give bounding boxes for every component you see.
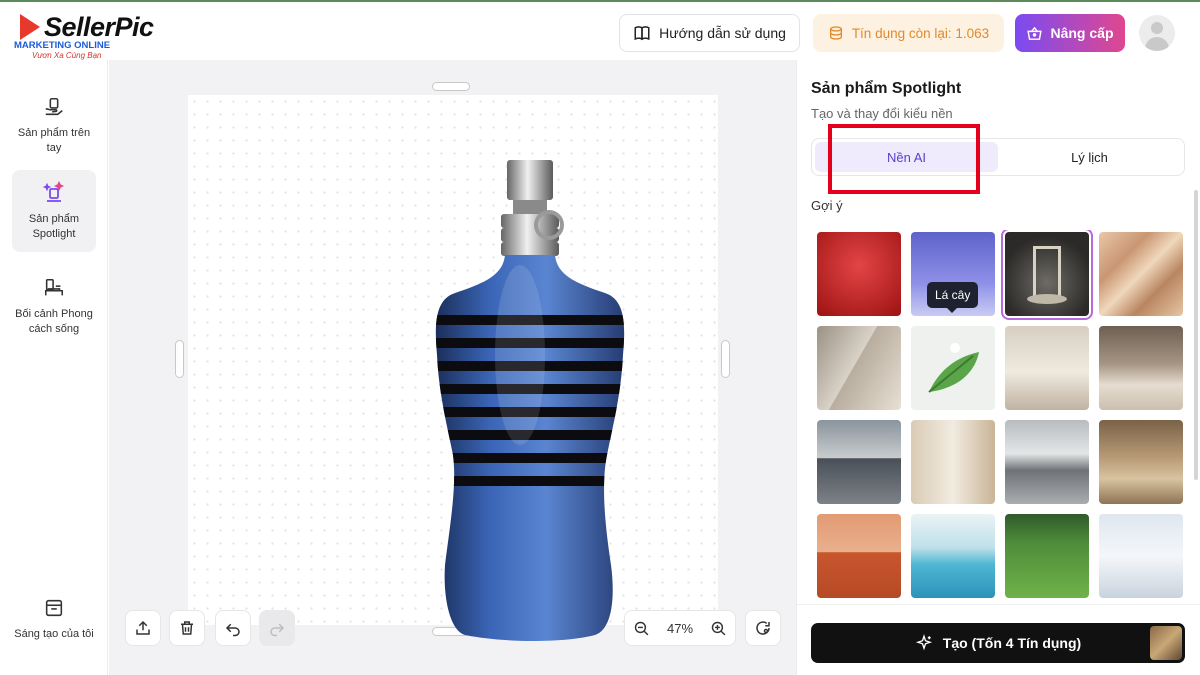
redo-button[interactable] xyxy=(259,610,295,646)
thumbnail-red-backdrop[interactable] xyxy=(817,232,901,316)
canvas-area: 47% xyxy=(109,60,796,675)
thumbnail-spotlight-pedestal[interactable] xyxy=(1001,230,1093,320)
generate-label: Tạo (Tốn 4 Tín dụng) xyxy=(942,635,1082,651)
tab-background[interactable]: Lý lịch xyxy=(998,142,1181,172)
my-creations-icon xyxy=(41,595,67,621)
panel-footer: Tạo (Tốn 4 Tín dụng) xyxy=(797,604,1200,675)
zoom-level: 47% xyxy=(666,620,694,636)
sidebar-item-label: Sản phẩm Spotlight xyxy=(28,213,80,240)
credit-balance[interactable]: Tín dụng còn lại: 1.063 xyxy=(813,14,1004,52)
highlight-annotation xyxy=(828,124,980,194)
upload-button[interactable] xyxy=(125,610,161,646)
zoom-in-icon[interactable] xyxy=(710,620,727,637)
generated-preview-thumbnail[interactable] xyxy=(1150,626,1182,660)
perfume-bottle-image[interactable] xyxy=(425,155,645,645)
zoom-control: 47% xyxy=(624,610,736,646)
thumbnail-modern-kitchen[interactable] xyxy=(1005,420,1089,504)
sparkle-icon xyxy=(915,634,932,651)
pedestal-base xyxy=(1027,294,1067,304)
redo-icon xyxy=(270,623,285,637)
thumbnail-tennis-court[interactable] xyxy=(817,514,901,598)
upgrade-label: Nâng cấp xyxy=(1050,25,1114,41)
thumbnail-swimming-pool[interactable] xyxy=(911,514,995,598)
panel-title: Sản phẩm Spotlight xyxy=(811,80,962,97)
coins-icon xyxy=(829,26,842,40)
logo-brand: SellerPic xyxy=(44,12,154,42)
undo-icon xyxy=(225,623,240,637)
thumbnail-snow[interactable] xyxy=(1099,514,1183,598)
resize-handle-top[interactable] xyxy=(432,82,470,91)
logo-subtitle: MARKETING ONLINE xyxy=(14,40,111,51)
artboard[interactable] xyxy=(188,95,718,641)
sidebar-item-label: Sản phẩm trên tay xyxy=(17,127,91,154)
app-root: SellerPic MARKETING ONLINE Vươn Xa Cùng … xyxy=(0,0,1200,675)
resize-handle-left[interactable] xyxy=(175,340,184,378)
undo-button[interactable] xyxy=(215,610,251,646)
basket-icon xyxy=(1027,26,1043,40)
sidebar-item-lifestyle[interactable]: Bối cảnh Phong cách sống xyxy=(12,265,96,355)
lifestyle-scene-icon xyxy=(41,275,67,301)
trash-icon xyxy=(181,621,193,635)
right-panel: Sản phẩm Spotlight Tạo và thay đổi kiểu … xyxy=(796,60,1200,675)
logo[interactable]: SellerPic MARKETING ONLINE Vươn Xa Cùng … xyxy=(14,10,164,60)
guide-label: Hướng dẫn sử dụng xyxy=(659,25,786,41)
sidebar-item-my-creations[interactable]: Sáng tạo của tôi xyxy=(12,585,96,655)
leaf-icon xyxy=(928,343,979,393)
thumbnail-leaf[interactable] xyxy=(911,326,995,410)
sidebar-item-label: Sáng tạo của tôi xyxy=(14,628,94,640)
credit-label: Tín dụng còn lại: 1.063 xyxy=(851,25,990,41)
thumbnail-silk-fabric[interactable] xyxy=(1099,232,1183,316)
hand-product-icon xyxy=(41,94,67,120)
sidebar-item-hand-product[interactable]: Sản phẩm trên tay xyxy=(12,84,96,164)
thumbnail-vanity-table[interactable] xyxy=(1005,326,1089,410)
zoom-out-icon[interactable] xyxy=(633,620,650,637)
left-sidebar: Sản phẩm trên tay Sản phẩm Spotlight Bối… xyxy=(0,60,108,675)
suggestions-label: Gợi ý xyxy=(811,198,843,213)
play-logo-icon xyxy=(20,14,40,40)
thumbnail-grass-field[interactable] xyxy=(1005,514,1089,598)
guide-button[interactable]: Hướng dẫn sử dụng xyxy=(619,14,800,52)
pedestal-frame xyxy=(1033,246,1061,298)
avatar-body xyxy=(1145,37,1169,51)
thumbnail-office-desk[interactable] xyxy=(817,420,901,504)
panel-scrollbar[interactable] xyxy=(1194,190,1198,480)
sidebar-item-spotlight[interactable]: Sản phẩm Spotlight xyxy=(12,170,96,252)
refresh-zoom-icon xyxy=(756,621,770,635)
book-icon xyxy=(634,26,650,41)
fit-screen-button[interactable] xyxy=(745,610,781,646)
thumbnail-living-room-sofa[interactable] xyxy=(1099,420,1183,504)
avatar[interactable] xyxy=(1139,15,1175,51)
sidebar-item-label: Bối cảnh Phong cách sống xyxy=(15,308,93,335)
panel-subtitle: Tạo và thay đổi kiểu nền xyxy=(811,106,953,121)
thumbnail-tooltip: Lá cây xyxy=(927,282,979,313)
delete-button[interactable] xyxy=(169,610,205,646)
avatar-head xyxy=(1151,22,1163,34)
thumbnail-shadow-wall[interactable] xyxy=(817,326,901,410)
thumbnail-bedroom[interactable] xyxy=(1099,326,1183,410)
resize-handle-right[interactable] xyxy=(721,340,730,378)
top-bar: SellerPic MARKETING ONLINE Vươn Xa Cùng … xyxy=(0,0,1200,60)
upgrade-button[interactable]: Nâng cấp xyxy=(1015,14,1125,52)
logo-tagline: Vươn Xa Cùng Bạn xyxy=(32,51,102,60)
spotlight-icon xyxy=(41,180,67,206)
upload-icon xyxy=(136,620,150,635)
generate-button[interactable]: Tạo (Tốn 4 Tín dụng) xyxy=(811,623,1185,663)
thumbnail-shelf-decor[interactable] xyxy=(911,420,995,504)
